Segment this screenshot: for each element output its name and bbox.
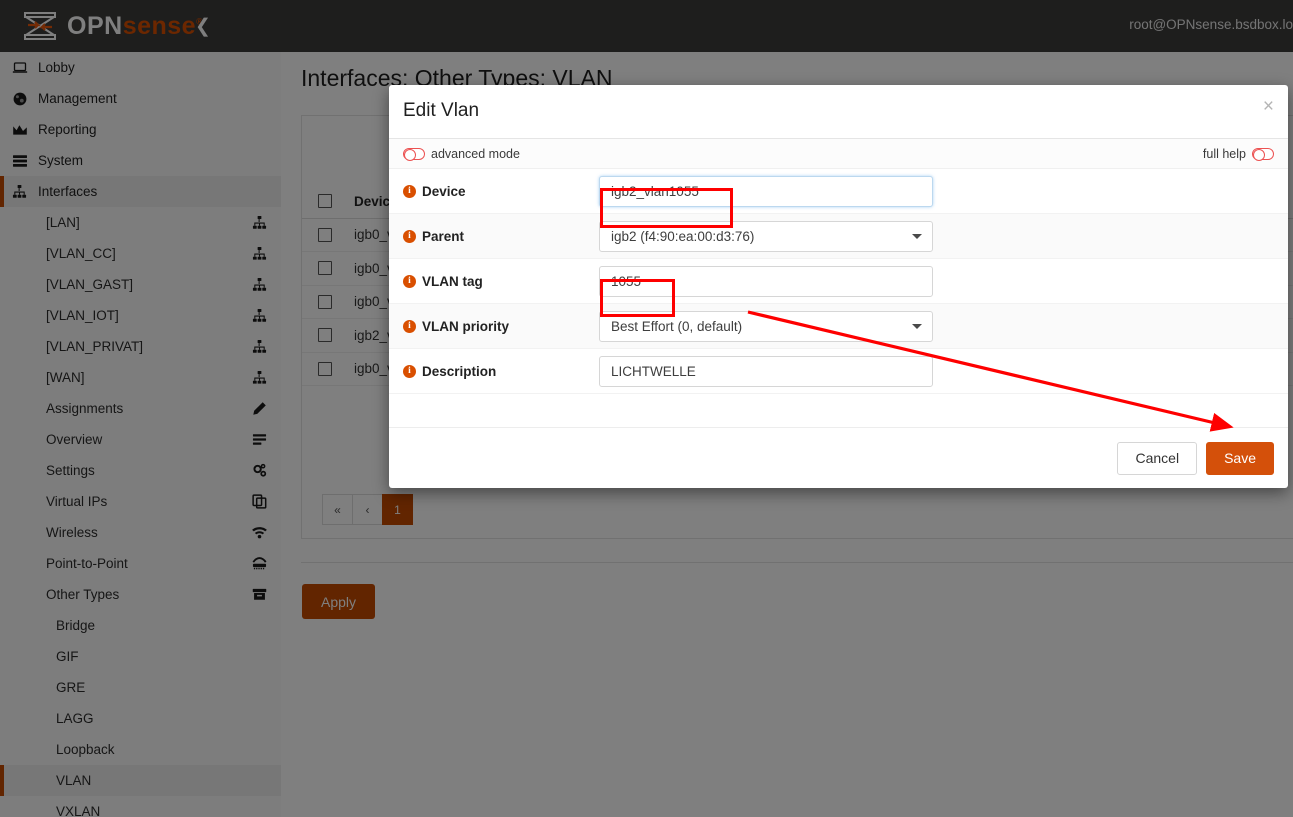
label-vlan-priority: i VLAN priority xyxy=(403,319,599,334)
field-control: igb2 (f4:90:ea:00:d3:76) xyxy=(599,220,1288,252)
dialog-toggle-bar: advanced mode full help xyxy=(389,139,1288,169)
select-parent[interactable]: igb2 (f4:90:ea:00:d3:76) xyxy=(599,220,933,252)
info-icon[interactable]: i xyxy=(403,364,416,378)
cancel-button[interactable]: Cancel xyxy=(1117,441,1198,475)
form-row-vlan-tag: i VLAN tag 1055 xyxy=(389,259,1288,304)
field-value: 1055 xyxy=(611,273,642,289)
dialog-header: Edit Vlan × xyxy=(389,85,1288,139)
select-vlan-priority[interactable]: Best Effort (0, default) xyxy=(599,310,933,342)
field-value: LICHTWELLE xyxy=(611,363,696,379)
field-value: igb2_vlan1055 xyxy=(611,183,699,199)
form-row-device: i Device igb2_vlan1055 xyxy=(389,169,1288,214)
dialog-title: Edit Vlan xyxy=(403,100,480,121)
field-label-text: Parent xyxy=(422,228,465,244)
field-control: LICHTWELLE xyxy=(599,355,1288,387)
input-device[interactable]: igb2_vlan1055 xyxy=(599,175,933,207)
info-icon[interactable]: i xyxy=(403,184,416,198)
field-label-text: Device xyxy=(422,183,466,199)
field-control: igb2_vlan1055 xyxy=(599,175,1288,207)
full-help-toggle[interactable]: full help xyxy=(1203,147,1274,161)
advanced-mode-label: advanced mode xyxy=(431,146,520,161)
dialog-body: advanced mode full help i Device igb2_vlan… xyxy=(389,139,1288,427)
field-label-text: VLAN priority xyxy=(422,318,510,334)
input-description[interactable]: LICHTWELLE xyxy=(599,355,933,387)
form-row-vlan-priority: i VLAN priority Best Effort (0, default) xyxy=(389,304,1288,349)
field-label-text: Description xyxy=(422,363,497,379)
info-icon[interactable]: i xyxy=(403,319,416,333)
toggle-switch-icon xyxy=(1252,147,1274,161)
save-button[interactable]: Save xyxy=(1206,441,1274,475)
field-value: igb2 (f4:90:ea:00:d3:76) xyxy=(611,228,755,244)
chevron-down-icon xyxy=(912,324,922,329)
label-device: i Device xyxy=(403,184,599,199)
input-vlan-tag[interactable]: 1055 xyxy=(599,265,933,297)
label-vlan-tag: i VLAN tag xyxy=(403,274,599,289)
chevron-down-icon xyxy=(912,234,922,239)
label-description: i Description xyxy=(403,364,599,379)
field-control: 1055 xyxy=(599,265,1288,297)
form-row-description: i Description LICHTWELLE xyxy=(389,349,1288,394)
close-icon[interactable]: × xyxy=(1263,97,1274,116)
dialog-footer: Cancel Save xyxy=(389,427,1288,488)
advanced-mode-toggle[interactable]: advanced mode xyxy=(403,147,520,161)
toggle-switch-icon xyxy=(403,147,425,161)
form-row-parent: i Parent igb2 (f4:90:ea:00:d3:76) xyxy=(389,214,1288,259)
edit-vlan-dialog: Edit Vlan × advanced mode full help i Dev… xyxy=(389,85,1288,488)
field-label-text: VLAN tag xyxy=(422,273,483,289)
info-icon[interactable]: i xyxy=(403,274,416,288)
label-parent: i Parent xyxy=(403,229,599,244)
info-icon[interactable]: i xyxy=(403,229,416,243)
field-value: Best Effort (0, default) xyxy=(611,318,743,334)
full-help-label: full help xyxy=(1202,146,1246,161)
app-root: OPNsense® ❮ root@OPNsense.bsdbox.lo Lobb… xyxy=(0,0,1293,817)
field-control: Best Effort (0, default) xyxy=(599,310,1288,342)
